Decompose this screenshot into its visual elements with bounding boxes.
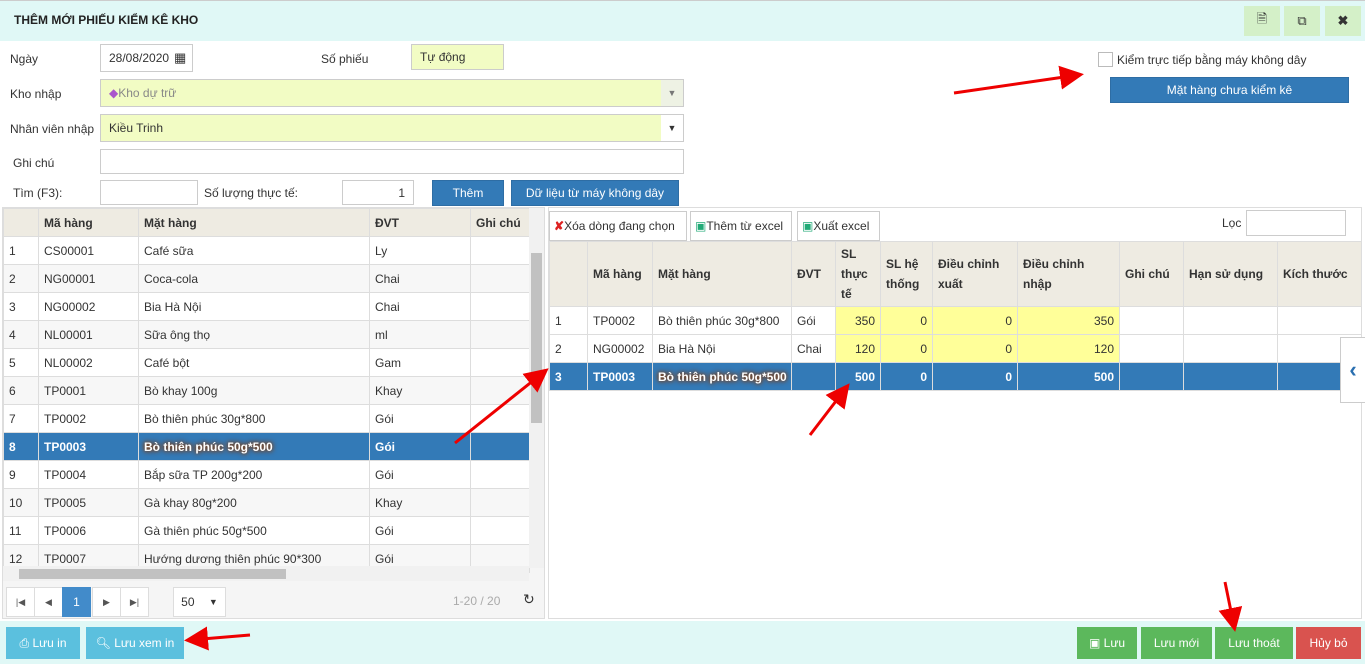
arrow xyxy=(454,368,549,445)
arrow xyxy=(184,626,251,651)
annotation-arrows xyxy=(184,65,1243,651)
arrow xyxy=(953,65,1084,95)
arrow xyxy=(1218,581,1243,632)
arrow xyxy=(808,383,850,436)
